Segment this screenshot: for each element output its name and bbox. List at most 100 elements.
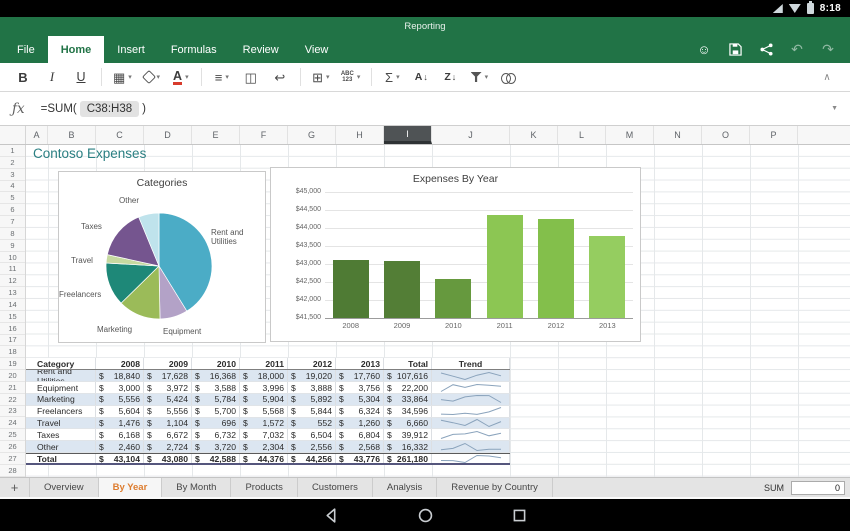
row-header-14[interactable]: 14 <box>0 299 25 311</box>
column-header-e[interactable]: E <box>192 126 240 144</box>
ribbon-tab-home[interactable]: Home <box>47 36 105 63</box>
bar-2013[interactable] <box>589 236 626 318</box>
ribbon-tab-file[interactable]: File <box>4 36 48 63</box>
sheet-tab-overview[interactable]: Overview <box>30 478 99 497</box>
ribbon-tab-insert[interactable]: Insert <box>104 36 158 63</box>
column-header-h[interactable]: H <box>336 126 384 144</box>
ribbon-tab-review[interactable]: Review <box>230 36 292 63</box>
table-row-marketing[interactable]: Marketing $5,556 $5,424 $5,784 $5,904 $5,892 $… <box>26 393 510 406</box>
collapse-ribbon-button[interactable]: ∧ <box>818 65 836 89</box>
row-header-19[interactable]: 19 <box>0 358 25 371</box>
underline-button[interactable]: U <box>72 65 90 89</box>
select-all-corner[interactable] <box>0 126 26 144</box>
formula-bar-expand-button[interactable]: ▼ <box>831 105 838 112</box>
undo-icon[interactable]: ↶ <box>789 41 805 58</box>
table-row-equipment[interactable]: Equipment $3,000 $3,972 $3,588 $3,996 $3,888 $… <box>26 382 510 394</box>
row-header-3[interactable]: 3 <box>0 169 25 181</box>
row-header-6[interactable]: 6 <box>0 204 25 217</box>
column-header-o[interactable]: O <box>702 126 750 144</box>
row-header-1[interactable]: 1 <box>0 145 25 157</box>
row-header-2[interactable]: 2 <box>0 157 25 169</box>
row-header-21[interactable]: 21 <box>0 382 25 394</box>
find-button[interactable] <box>499 65 517 89</box>
sheet-tab-customers[interactable]: Customers <box>298 478 373 497</box>
table-row-freelancers[interactable]: Freelancers $5,604 $5,556 $5,700 $5,568 $5,84… <box>26 405 510 418</box>
table-row-travel[interactable]: Travel $1,476 $1,104 $696 $1,572 $552 $1,260 $6… <box>26 417 510 430</box>
column-header-l[interactable]: L <box>558 126 606 144</box>
bar-2012[interactable] <box>538 218 574 318</box>
row-header-23[interactable]: 23 <box>0 406 25 418</box>
table-row-rent-and-utilities[interactable]: Rent and Utilities $18,840 $17,628 $16,368 $… <box>26 370 510 383</box>
sort-ascending-button[interactable]: A ↓ <box>412 65 430 89</box>
row-header-4[interactable]: 4 <box>0 181 25 193</box>
expense-table[interactable]: Category 2008 2009 2010 2011 2012 2013 Total Tre… <box>26 358 510 466</box>
bar-2009[interactable] <box>384 261 420 318</box>
column-header-p[interactable]: P <box>750 126 798 144</box>
spreadsheet-grid[interactable]: ABCDEFGHIJKLMNOP 1 2 3 4 5 6 7 8 9 10 11 12 13 14 15 16… <box>0 126 850 477</box>
share-icon[interactable] <box>758 42 774 58</box>
column-header-k[interactable]: K <box>510 126 558 144</box>
back-button[interactable] <box>319 505 343 525</box>
sheet-tab-by-year[interactable]: By Year <box>98 478 163 497</box>
row-header-9[interactable]: 9 <box>0 240 25 252</box>
bar-2010[interactable] <box>435 278 472 318</box>
row-header-11[interactable]: 11 <box>0 263 25 276</box>
row-header-20[interactable]: 20 <box>0 370 25 382</box>
row-header-15[interactable]: 15 <box>0 311 25 323</box>
filter-button[interactable]: ▾ <box>470 65 488 89</box>
row-header-18[interactable]: 18 <box>0 346 25 359</box>
ribbon-tab-formulas[interactable]: Formulas <box>158 36 230 63</box>
categories-pie-chart[interactable]: Categories Rent and Utilities Equipment Ma… <box>58 171 266 343</box>
row-header-25[interactable]: 25 <box>0 429 25 442</box>
row-header-8[interactable]: 8 <box>0 228 25 240</box>
row-header-12[interactable]: 12 <box>0 275 25 288</box>
formula-bar[interactable]: ƒx =SUM( C38:H38 ) ▼ <box>0 92 850 126</box>
sheet-heading-cell[interactable]: Contoso Expenses <box>33 146 146 161</box>
sheet-tab-revenue-by-country[interactable]: Revenue by Country <box>437 478 553 497</box>
row-header-5[interactable]: 5 <box>0 192 25 205</box>
row-header-24[interactable]: 24 <box>0 417 25 430</box>
column-header-n[interactable]: N <box>654 126 702 144</box>
row-header-17[interactable]: 17 <box>0 335 25 347</box>
column-header-b[interactable]: B <box>48 126 96 144</box>
fill-color-button[interactable]: ▾ <box>141 65 161 89</box>
row-header-26[interactable]: 26 <box>0 441 25 453</box>
insert-cells-button[interactable]: ⊞ ▾ <box>312 65 330 89</box>
save-icon[interactable] <box>727 42 743 58</box>
sheet-tab-products[interactable]: Products <box>231 478 298 497</box>
feedback-smiley-icon[interactable]: ☺ <box>696 42 712 58</box>
column-header-f[interactable]: F <box>240 126 288 144</box>
sheet-tab-by-month[interactable]: By Month <box>162 478 232 497</box>
autosum-button[interactable]: Σ ▾ <box>383 65 401 89</box>
bar-2011[interactable] <box>486 214 523 318</box>
sheet-tab-analysis[interactable]: Analysis <box>373 478 438 497</box>
column-header-g[interactable]: G <box>288 126 336 144</box>
row-header-7[interactable]: 7 <box>0 216 25 228</box>
row-header-16[interactable]: 16 <box>0 323 25 335</box>
ribbon-tab-view[interactable]: View <box>292 36 342 63</box>
table-row-other[interactable]: Other $2,460 $2,724 $3,720 $2,304 $2,556 $2,56… <box>26 441 510 454</box>
sum-value-box[interactable]: 0 <box>791 480 845 495</box>
sort-descending-button[interactable]: Z ↓ <box>441 65 459 89</box>
column-header-a[interactable]: A <box>26 126 48 144</box>
table-row-taxes[interactable]: Taxes $6,168 $6,672 $6,732 $7,032 $6,504 $6,80… <box>26 429 510 442</box>
row-header-28[interactable]: 28 <box>0 465 25 477</box>
formula-input[interactable]: =SUM( C38:H38 ) <box>41 100 146 117</box>
number-format-button[interactable]: ABC 123 ▾ <box>341 65 361 89</box>
row-header-13[interactable]: 13 <box>0 287 25 299</box>
formula-range-reference[interactable]: C38:H38 <box>79 100 140 117</box>
wrap-text-button[interactable]: ↩ <box>271 65 289 89</box>
column-header-c[interactable]: C <box>96 126 144 144</box>
row-header-27[interactable]: 27 <box>0 453 25 465</box>
bar-2008[interactable] <box>332 260 369 318</box>
font-color-button[interactable]: A ▾ <box>172 65 190 89</box>
column-header-m[interactable]: M <box>606 126 654 144</box>
add-sheet-button[interactable]: + <box>0 478 30 497</box>
row-header-22[interactable]: 22 <box>0 394 25 406</box>
expenses-by-year-bar-chart[interactable]: Expenses By Year $45,000 $44,500 $44,000 $4… <box>270 167 641 342</box>
column-header-d[interactable]: D <box>144 126 192 144</box>
bold-button[interactable]: B <box>14 65 32 89</box>
alignment-button[interactable]: ≡ ▾ <box>213 65 231 89</box>
merge-center-button[interactable]: ◫ <box>242 65 260 89</box>
table-row-total[interactable]: Total $43,104 $43,080 $42,588 $44,376 $44,256… <box>26 453 510 466</box>
